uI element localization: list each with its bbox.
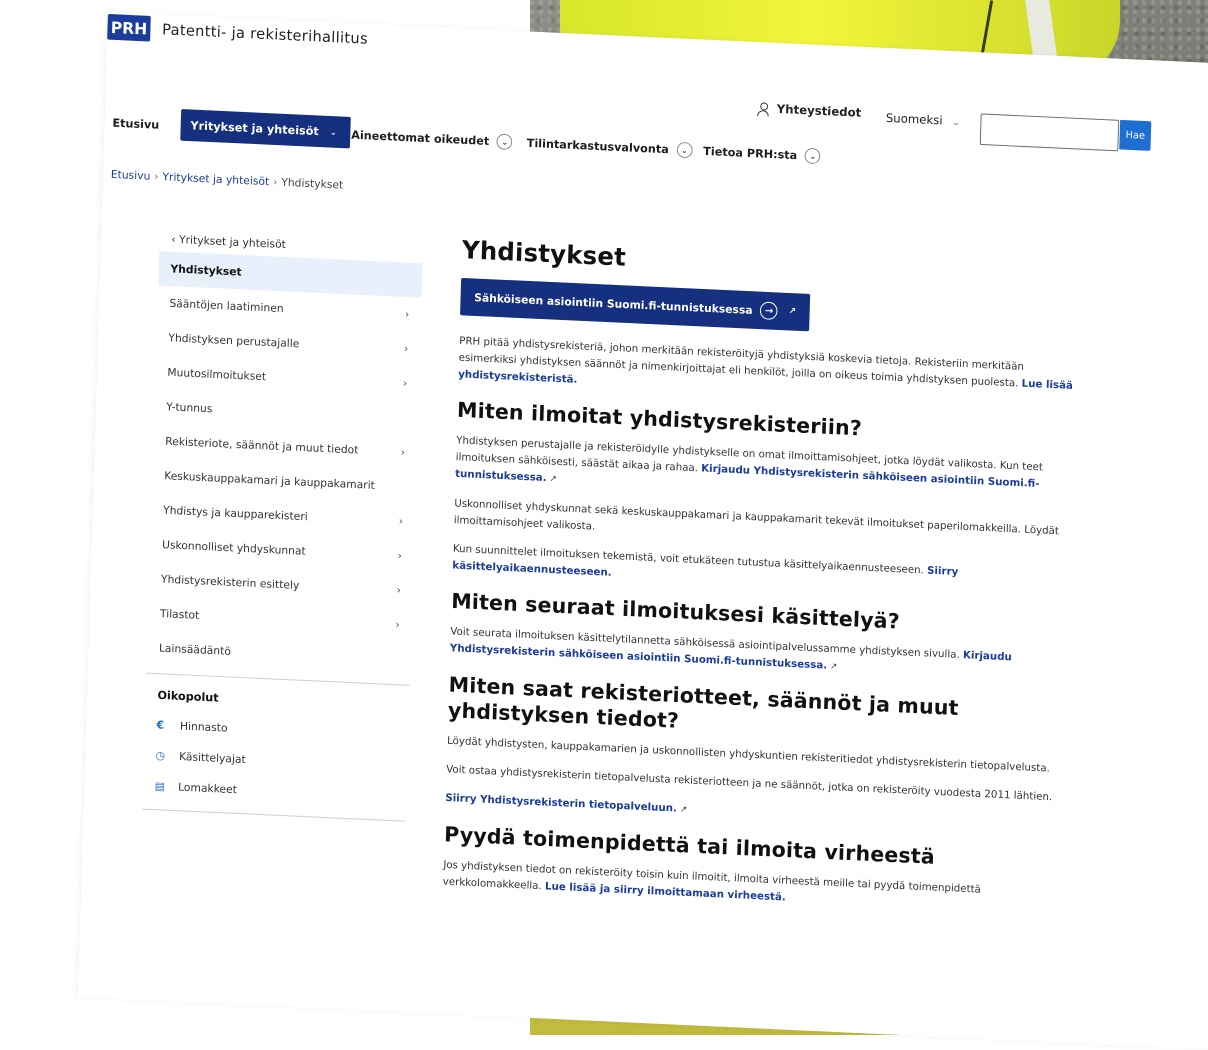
webpage-sheet: PRH Patentti- ja rekisterihallitus Yhtey… xyxy=(78,12,1208,1050)
chevron-right-icon: › xyxy=(400,445,406,459)
sidebar-item-label: Keskuskauppakamari ja kauppakamarit xyxy=(163,469,376,492)
main-nav: Etusivu Yritykset ja yhteisöt ⌄ Aineetto… xyxy=(112,106,854,180)
shortcut-label: Käsittelyajat xyxy=(178,750,246,767)
shortcut-label: Hinnasto xyxy=(179,719,228,735)
chevron-right-icon: › xyxy=(395,618,401,632)
contact-link[interactable]: Yhteystiedot xyxy=(757,101,862,120)
clock-icon: ◷ xyxy=(155,748,166,762)
information-service-link[interactable]: Siirry Yhdistysrekisterin tietopalveluun… xyxy=(445,792,677,815)
external-link-icon: ↗ xyxy=(679,804,688,816)
org-name: Patentti- ja rekisterihallitus xyxy=(161,20,369,48)
main-content: Yhdistykset Sähköiseen asiointiin Suomi.… xyxy=(442,236,1086,932)
arrow-right-circle-icon: → xyxy=(760,301,779,321)
nav-about-label: Tietoa PRH:sta xyxy=(703,144,798,163)
euro-icon: € xyxy=(156,718,165,732)
chevron-down-icon: ⌄ xyxy=(952,118,960,129)
shortcut-label: Lomakkeet xyxy=(177,780,238,797)
chevron-right-icon: › xyxy=(403,342,409,356)
chevron-right-icon: › xyxy=(397,549,403,563)
breadcrumb: Etusivu › Yritykset ja yhteisöt › Yhdistykse… xyxy=(111,168,344,192)
sidebar-item-label: Rekisteriote, säännöt ja muut tiedot xyxy=(165,434,359,457)
nav-home[interactable]: Etusivu xyxy=(112,116,159,132)
intro-paragraph: PRH pitää yhdistysrekisteriä, johon merk… xyxy=(458,333,1084,412)
breadcrumb-separator: › xyxy=(154,169,159,183)
contact-label: Yhteystiedot xyxy=(776,102,862,120)
nav-companies-label: Yritykset ja yhteisöt xyxy=(190,118,319,139)
nav-audit[interactable]: Tilintarkastusvalvonta ⌄ xyxy=(526,135,693,159)
nav-about[interactable]: Tietoa PRH:sta ⌄ xyxy=(703,143,821,165)
sidebar-item-label: Yhdistysrekisterin esittely xyxy=(160,572,300,592)
language-select[interactable]: Suomeksi ⌄ xyxy=(886,111,960,128)
search-input[interactable] xyxy=(979,113,1120,152)
breadcrumb-current: Yhdistykset xyxy=(281,175,344,192)
sidebar-item-label: Yhdistykset xyxy=(170,262,242,279)
sidebar-item-label: Tilastot xyxy=(159,607,200,622)
sidebar-item-label: Yhdistys ja kaupparekisteri xyxy=(162,503,308,524)
sidebar-item-label: Lainsäädäntö xyxy=(158,641,232,658)
sidebar-item-label: Sääntöjen laatiminen xyxy=(169,296,284,316)
search-button[interactable]: Hae xyxy=(1119,119,1152,151)
chevron-right-icon: › xyxy=(398,514,404,528)
chevron-right-icon: › xyxy=(404,307,410,321)
chevron-right-icon: › xyxy=(396,583,402,597)
sidebar-item-label: Muutosilmoitukset xyxy=(167,365,267,384)
external-link-icon: ↗ xyxy=(788,306,797,317)
person-icon xyxy=(757,102,769,115)
nav-ip-rights-label: Aineettomat oikeudet xyxy=(351,127,490,148)
nav-audit-label: Tilintarkastusvalvonta xyxy=(526,135,669,157)
language-label: Suomeksi xyxy=(885,111,943,128)
breadcrumb-separator: › xyxy=(272,175,278,189)
breadcrumb-companies[interactable]: Yritykset ja yhteisöt xyxy=(162,170,269,188)
sidebar-item-label: Uskonnolliset yhdyskunnat xyxy=(161,538,306,558)
chevron-down-icon: ⌄ xyxy=(676,141,693,159)
e-service-login-button[interactable]: Sähköiseen asiointiin Suomi.fi-tunnistuk… xyxy=(460,277,811,332)
chevron-down-icon: ⌄ xyxy=(496,133,513,151)
nav-home-label: Etusivu xyxy=(112,115,160,132)
sidebar-item-label: Y-tunnus xyxy=(166,400,213,416)
nav-ip-rights[interactable]: Aineettomat oikeudet ⌄ xyxy=(351,127,513,151)
sidebar: ‹ Yritykset ja yhteisöt Yhdistykset Sään… xyxy=(142,226,423,823)
chevron-right-icon: › xyxy=(402,376,408,390)
chevron-down-icon: ⌄ xyxy=(330,127,337,137)
document-icon: ▤ xyxy=(154,779,166,793)
breadcrumb-home[interactable]: Etusivu xyxy=(111,168,151,183)
cta-label: Sähköiseen asiointiin Suomi.fi-tunnistuk… xyxy=(474,290,753,317)
chevron-down-icon: ⌄ xyxy=(804,147,821,165)
prh-logo[interactable]: PRH xyxy=(107,13,151,42)
external-link-icon: ↗ xyxy=(549,474,557,485)
sidebar-item-label: Yhdistyksen perustajalle xyxy=(168,331,300,351)
external-link-icon: ↗ xyxy=(829,661,838,673)
nav-companies[interactable]: Yritykset ja yhteisöt ⌄ xyxy=(180,109,351,149)
